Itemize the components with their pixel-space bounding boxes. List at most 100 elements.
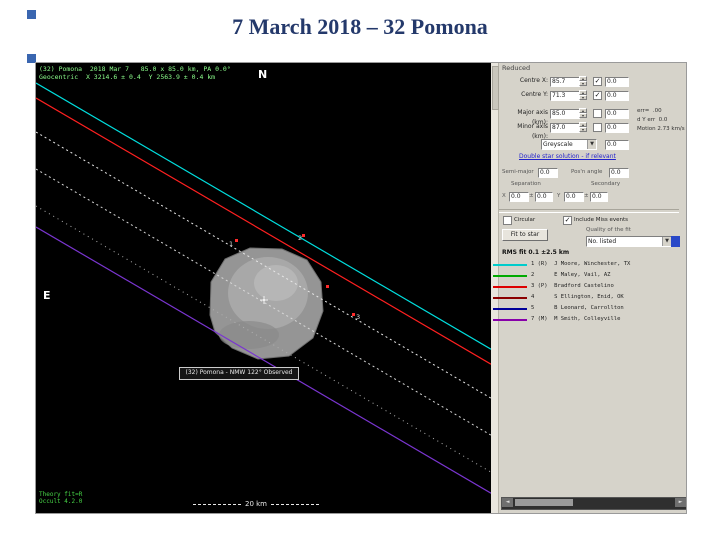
- east-label: E: [43, 289, 51, 302]
- slide: 7 March 2018 – 32 Pomona (32) Pomona 201…: [0, 0, 720, 540]
- chord-contact-tick: [235, 239, 238, 242]
- centre-y-input[interactable]: 71.3: [550, 91, 580, 101]
- separation-label: Separation: [511, 181, 541, 187]
- field-row-centre-x: Centre X: 85.7 ▴ ▾ ✓ 0.0: [491, 76, 686, 87]
- secondary-x-err-input[interactable]: 0.0: [535, 192, 553, 202]
- occultation-app-window: (32) Pomona 2018 Mar 7 85.0 x 85.0 km, P…: [35, 62, 687, 514]
- plus-minus-label: ±: [584, 193, 589, 199]
- field-row-semi-pa: Semi-major 0.0 Pos'n angle 0.0: [491, 167, 686, 178]
- observer-color-line: [493, 286, 527, 288]
- centre-x-spinner[interactable]: ▴ ▾: [579, 76, 587, 86]
- panel-title: Reduced: [502, 64, 531, 72]
- observer-color-line: [493, 264, 527, 266]
- major-axis-err-input[interactable]: 0.0: [605, 109, 629, 119]
- observer-row: 5 B Leonard, Carrollton: [491, 304, 686, 314]
- scale-dash: [271, 503, 319, 505]
- observer-name: 3 (P) Bradford Castelino: [531, 283, 614, 289]
- secondary-label: Secondary: [591, 181, 621, 187]
- field-row-secondary-xy: X 0.0 ± 0.0 Y 0.0 ± 0.0: [491, 191, 686, 202]
- chord-contact-tick: [352, 313, 355, 316]
- observer-name: 1 (R) J Moore, Winchester, TX: [531, 261, 631, 267]
- chart-footer-text: Theory fit=R Occult 4.2.0: [39, 491, 83, 505]
- divider: [499, 209, 679, 213]
- field-row-secondary-labels: Separation Secondary: [491, 180, 686, 191]
- position-angle-label: Pos'n angle: [571, 169, 603, 175]
- minor-axis-spinner[interactable]: ▴ ▾: [579, 122, 587, 132]
- secondary-y-input[interactable]: 0.0: [564, 192, 584, 202]
- scale-bar: 20 km: [166, 500, 346, 508]
- field-row-centre-y: Centre Y: 71.3 ▴ ▾ ✓ 0.0: [491, 90, 686, 101]
- observer-row: 4 S Ellington, Enid, OK: [491, 293, 686, 303]
- major-axis-checkbox[interactable]: [593, 109, 602, 118]
- chevron-down-icon[interactable]: ▼: [662, 237, 671, 246]
- chord-number-3: 3: [356, 313, 361, 321]
- observer-color-line: [493, 319, 527, 321]
- observer-row: 1 (R) J Moore, Winchester, TX: [491, 260, 686, 270]
- reduction-control-panel: Reduced Centre X: 85.7 ▴ ▾ ✓ 0.0 Centre Y…: [491, 63, 686, 513]
- observer-name: 7 (M) M Smith, Colleyville: [531, 316, 621, 322]
- quality-dropdown[interactable]: No. listed ▼: [586, 236, 672, 247]
- bullet-square-icon: [27, 10, 36, 19]
- minor-axis-input[interactable]: 87.0: [550, 123, 580, 133]
- fit-to-star-button[interactable]: Fit to star: [502, 229, 548, 241]
- scale-label: 20 km: [244, 500, 267, 508]
- semi-major-label: Semi-major: [502, 169, 534, 175]
- chord-plot-svg: [36, 82, 491, 494]
- double-star-link[interactable]: Double star solution - if relevant: [519, 153, 616, 160]
- centre-y-spinner[interactable]: ▴ ▾: [579, 90, 587, 100]
- plus-minus-label: ±: [529, 193, 534, 199]
- observer-color-line: [493, 297, 527, 299]
- observer-color-line: [493, 308, 527, 310]
- chevron-down-icon[interactable]: ▼: [587, 140, 596, 149]
- secondary-x-input[interactable]: 0.0: [509, 192, 529, 202]
- scroll-right-icon[interactable]: ►: [675, 498, 686, 507]
- scale-dash: [192, 503, 241, 505]
- quality-of-fit-label: Quality of the fit: [586, 227, 631, 233]
- circular-checkbox[interactable]: [503, 216, 512, 225]
- chord-number-1: 1: [229, 240, 234, 248]
- checkbox-row: Circular ✓ Include Miss events: [491, 215, 686, 226]
- centre-x-label: Centre X:: [519, 77, 548, 84]
- observer-row: 3 (P) Bradford Castelino: [491, 282, 686, 292]
- centre-x-checkbox[interactable]: ✓: [593, 77, 602, 86]
- position-angle-input[interactable]: 0.0: [609, 168, 629, 178]
- observer-name: 5 B Leonard, Carrollton: [531, 305, 624, 311]
- horizontal-scrollbar[interactable]: ◄ ►: [501, 497, 686, 510]
- include-miss-checkbox[interactable]: ✓: [563, 216, 572, 225]
- include-miss-label: Include Miss events: [574, 217, 629, 223]
- centre-y-err-input[interactable]: 0.0: [605, 91, 629, 101]
- centre-y-label: Centre Y:: [521, 91, 548, 98]
- greyscale-dropdown[interactable]: Greyscale ▼: [541, 139, 597, 150]
- minor-axis-err-input[interactable]: 0.0: [605, 123, 629, 133]
- greyscale-err-input[interactable]: 0.0: [605, 140, 629, 150]
- chord-contact-tick: [326, 285, 329, 288]
- fit-error-notes: err= .00 d Y err 0.0 Motion 2.73 km/s: [637, 108, 685, 132]
- rms-fit-label: RMS fit 0.1 ±2.5 km: [502, 249, 570, 256]
- observer-color-line: [493, 275, 527, 277]
- major-axis-spinner[interactable]: ▴ ▾: [579, 108, 587, 118]
- semi-major-input[interactable]: 0.0: [538, 168, 558, 178]
- field-row-greyscale: Greyscale ▼ 0.0: [491, 139, 686, 150]
- scroll-left-icon[interactable]: ◄: [502, 498, 513, 507]
- secondary-y-err-input[interactable]: 0.0: [590, 192, 608, 202]
- north-label: N: [258, 68, 268, 81]
- observer-name: 4 S Ellington, Enid, OK: [531, 294, 624, 300]
- centre-x-input[interactable]: 85.7: [550, 77, 580, 87]
- horizontal-scrollbar-thumb[interactable]: [515, 499, 573, 506]
- centre-y-checkbox[interactable]: ✓: [593, 91, 602, 100]
- observer-name: 2 E Maley, Vail, AZ: [531, 272, 611, 278]
- x-label: X: [502, 193, 506, 199]
- chord-contact-tick: [302, 234, 305, 237]
- asteroid-caption: (32) Pomona - NMW 122° Observed: [179, 367, 299, 380]
- y-label: Y: [557, 193, 561, 199]
- chart-header-text: (32) Pomona 2018 Mar 7 85.0 x 85.0 km, P…: [39, 65, 231, 81]
- major-axis-input[interactable]: 85.0: [550, 109, 580, 119]
- chord-plot-area: (32) Pomona 2018 Mar 7 85.0 x 85.0 km, P…: [36, 63, 491, 513]
- centre-x-err-input[interactable]: 0.0: [605, 77, 629, 87]
- minor-axis-checkbox[interactable]: [593, 123, 602, 132]
- vertical-scrollbar-thumb[interactable]: [492, 66, 499, 110]
- observer-row: 7 (M) M Smith, Colleyville: [491, 315, 686, 325]
- slide-title: 7 March 2018 – 32 Pomona: [232, 14, 488, 39]
- circular-label: Circular: [514, 217, 536, 223]
- quality-dropdown-accent: [671, 236, 680, 247]
